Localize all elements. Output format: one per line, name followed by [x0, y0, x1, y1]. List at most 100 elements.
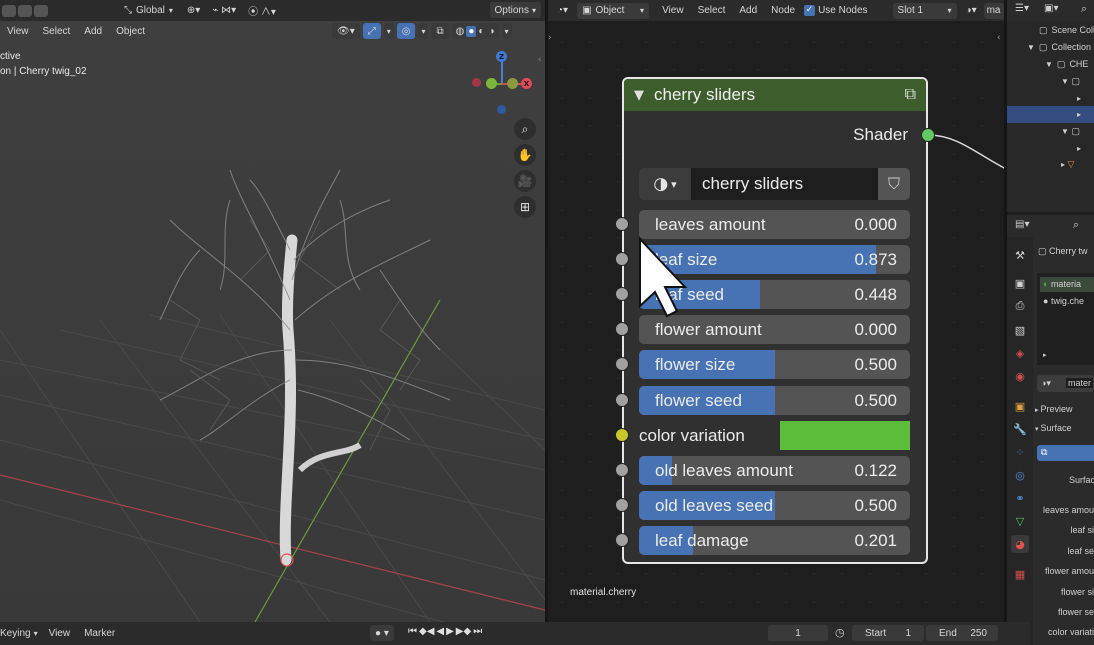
particles-tab-icon[interactable]: ⁘: [1011, 443, 1029, 461]
material-field[interactable]: ◑▾ mater: [1037, 375, 1094, 392]
auto-key-toggle[interactable]: ● ▾: [370, 625, 394, 641]
world-tab-icon[interactable]: ◉: [1011, 367, 1029, 385]
y-axis-icon[interactable]: [486, 78, 497, 89]
snap-toggle[interactable]: ⌁ ⋈▾: [207, 2, 242, 19]
transform-orientation-dropdown[interactable]: ⤡ Global ▾: [119, 2, 178, 19]
select-box-icon[interactable]: [2, 4, 16, 17]
pivot-dropdown[interactable]: ⊕▾: [181, 2, 206, 19]
node-menu-select[interactable]: Select: [691, 5, 733, 16]
x-axis-icon[interactable]: X: [521, 78, 532, 89]
checkbox-icon[interactable]: ✓: [804, 5, 816, 16]
editor-type-dropdown[interactable]: ◔▾: [552, 2, 574, 19]
material-slot-item[interactable]: ● twig.che: [1040, 294, 1084, 309]
jump-start-icon[interactable]: ⏮: [408, 626, 417, 637]
color-swatch[interactable]: [780, 421, 910, 450]
start-frame-field[interactable]: Start 1: [852, 625, 924, 641]
menu-object[interactable]: Object: [109, 26, 152, 37]
list-resize-icon[interactable]: ▸: [1043, 351, 1047, 359]
node-tree-name-field[interactable]: cherry sliders: [691, 168, 878, 200]
outliner-editor-icon[interactable]: ☰▾: [1015, 3, 1029, 14]
solid-icon[interactable]: ●: [466, 25, 477, 37]
node-menu-view[interactable]: View: [655, 5, 691, 16]
timeline-menu-view[interactable]: View: [42, 628, 78, 639]
search-icon[interactable]: ⌕: [1081, 2, 1087, 16]
outliner-row-scene[interactable]: ▢Scene Colle: [1007, 22, 1094, 39]
options-button[interactable]: Options ▾: [489, 2, 541, 18]
value-slider[interactable]: old leaves seed 0.500: [639, 491, 910, 520]
neg-x-axis-icon[interactable]: [507, 78, 518, 89]
proportional-edit-toggle[interactable]: ⦿ ∧▾: [243, 2, 281, 19]
wireframe-icon[interactable]: ◍: [454, 26, 467, 37]
node-tree-selector[interactable]: ⧉: [1037, 445, 1094, 461]
node-menu-add[interactable]: Add: [732, 5, 764, 16]
input-socket[interactable]: [615, 217, 629, 231]
timeline-menu-marker[interactable]: Marker: [77, 628, 122, 639]
outliner-row-selected[interactable]: ▸: [1007, 106, 1094, 123]
input-socket[interactable]: [615, 252, 629, 266]
input-socket[interactable]: [615, 498, 629, 512]
z-axis-icon[interactable]: Z: [496, 51, 507, 62]
zoom-icon[interactable]: ⌕: [514, 118, 536, 140]
outliner-row-child[interactable]: ▼ ▢: [1007, 73, 1094, 90]
visibility-dropdown[interactable]: 👁▾: [332, 23, 360, 39]
rendered-icon[interactable]: ◑: [486, 26, 496, 37]
value-slider[interactable]: flower amount 0.000: [639, 315, 910, 344]
clock-icon[interactable]: ◷: [835, 626, 845, 639]
fake-user-shield-icon[interactable]: ⛉: [878, 168, 910, 200]
play-icon[interactable]: ▶: [446, 626, 454, 637]
outliner-row-child[interactable]: ▸: [1007, 90, 1094, 107]
data-tab-icon[interactable]: ▽: [1011, 512, 1029, 530]
shading-dropdown[interactable]: ▾: [501, 23, 512, 39]
value-slider[interactable]: old leaves amount 0.122: [639, 456, 910, 485]
prev-keyframe-icon[interactable]: ◆◀: [419, 626, 434, 637]
toolbar-expand-icon[interactable]: ›: [548, 33, 552, 43]
value-slider[interactable]: leaves amount 0.000: [639, 210, 910, 239]
camera-icon[interactable]: 🎥: [514, 170, 536, 192]
input-socket[interactable]: [615, 287, 629, 301]
value-slider[interactable]: flower size 0.500: [639, 350, 910, 379]
properties-editor-icon[interactable]: ▤▾: [1015, 219, 1029, 230]
end-frame-field[interactable]: End 250: [926, 625, 998, 641]
jump-end-icon[interactable]: ⏭: [473, 626, 482, 637]
group-node-cherry-sliders[interactable]: ▼ cherry sliders ⧉ Shader ◑ ▾ cherry slid…: [615, 77, 935, 564]
texture-tab-icon[interactable]: ▦: [1011, 565, 1029, 583]
gizmo-toggle[interactable]: ⤢: [362, 23, 381, 39]
input-socket[interactable]: [615, 357, 629, 371]
input-socket[interactable]: [615, 322, 629, 336]
play-reverse-icon[interactable]: ◀: [436, 626, 444, 637]
overlay-toggle[interactable]: ◎: [396, 23, 416, 39]
xray-toggle[interactable]: ⧉: [431, 23, 449, 39]
input-socket[interactable]: [615, 428, 629, 442]
collapse-triangle-icon[interactable]: ▼: [634, 88, 644, 103]
gizmo-dropdown[interactable]: ▾: [383, 23, 394, 39]
current-frame-field[interactable]: 1: [768, 625, 828, 641]
overlay-dropdown[interactable]: ▾: [418, 23, 429, 39]
node-group-icon[interactable]: ⧉: [905, 84, 916, 104]
outliner-row-child[interactable]: ▼ ▢: [1007, 123, 1094, 140]
panel-surface[interactable]: ▾ Surface: [1035, 423, 1072, 433]
select-subtract-icon[interactable]: [34, 4, 48, 17]
constraints-tab-icon[interactable]: ⚭: [1011, 489, 1029, 507]
shading-mode-group[interactable]: ◍ ● ◐ ◑: [451, 23, 499, 39]
neg-y-axis-icon[interactable]: [472, 78, 481, 87]
node-tree-browse-button[interactable]: ◑ ▾: [639, 168, 691, 200]
grid-icon[interactable]: ⊞: [514, 196, 536, 218]
hand-icon[interactable]: ✋: [514, 144, 536, 166]
render-tab-icon[interactable]: ▣: [1011, 274, 1029, 292]
scene-tab-icon[interactable]: ◈: [1011, 344, 1029, 362]
search-icon[interactable]: ⌕: [1073, 218, 1079, 232]
neg-z-axis-icon[interactable]: [497, 105, 506, 114]
value-slider[interactable]: leaf damage 0.201: [639, 526, 910, 555]
node-menu-node[interactable]: Node: [764, 5, 802, 16]
material-browse-dropdown[interactable]: ◑▾: [960, 2, 982, 19]
panel-preview[interactable]: ▸ Preview: [1035, 404, 1072, 414]
next-keyframe-icon[interactable]: ▶◆: [456, 626, 471, 637]
use-nodes-toggle[interactable]: ✓ Use Nodes: [804, 5, 874, 16]
output-tab-icon[interactable]: ⎙: [1011, 297, 1029, 315]
view-layer-tab-icon[interactable]: ▧: [1011, 321, 1029, 339]
outliner-row-child[interactable]: ▸: [1007, 140, 1094, 157]
material-slot-item[interactable]: ◐ materia: [1040, 277, 1094, 292]
material-name-field[interactable]: ma: [983, 2, 1004, 19]
object-tab-icon[interactable]: ▣: [1011, 397, 1029, 415]
material-tab-icon[interactable]: ◕: [1011, 535, 1029, 553]
